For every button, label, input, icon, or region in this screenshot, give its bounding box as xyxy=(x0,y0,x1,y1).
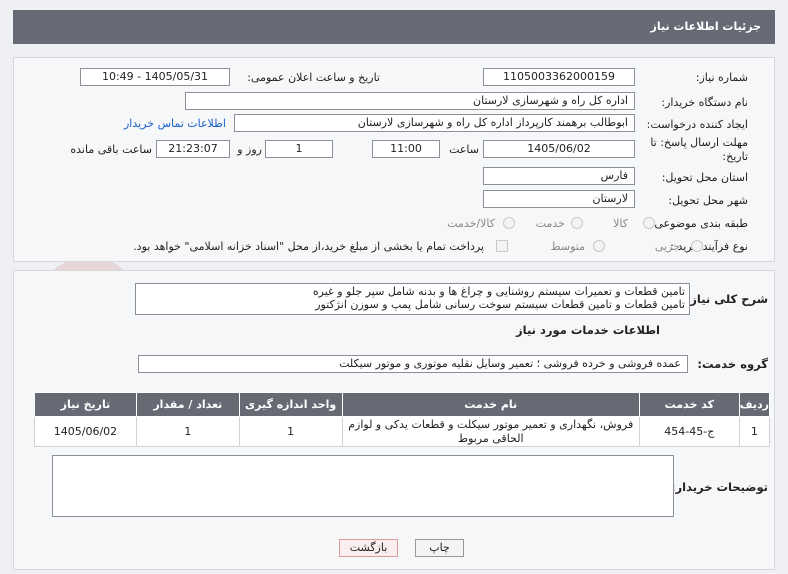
services-section-title: اطلاعات خدمات مورد نیاز xyxy=(516,323,660,337)
cell-code: ج-45-454 xyxy=(638,416,740,447)
creator-field: ابوطالب برهمند کارپرداز اداره کل راه و ش… xyxy=(234,114,635,132)
page-title: جزئیات اطلاعات نیاز xyxy=(650,20,762,33)
summary-line-1: تامین قطعات و تعمیرات سیستم روشنایی و چر… xyxy=(312,285,685,298)
services-table-header: ردیف کد خدمت نام خدمت واحد اندازه گیری ت… xyxy=(34,392,771,417)
page-header: جزئیات اطلاعات نیاز xyxy=(13,10,775,44)
purchase-radio-medium[interactable] xyxy=(593,240,605,252)
buyer-notes-textarea xyxy=(52,455,674,517)
table-row: 1 ج-45-454 فروش، نگهداری و تعمیر موتور س… xyxy=(34,416,771,447)
deadline-label: مهلت ارسال پاسخ: تا xyxy=(650,136,748,149)
service-group-label: گروه خدمت: xyxy=(697,357,768,371)
buyer-contact-link[interactable]: اطلاعات تماس خریدار xyxy=(124,117,226,130)
announce-date-label: تاریخ و ساعت اعلان عمومی: xyxy=(247,71,380,84)
treasury-checkbox[interactable] xyxy=(496,240,508,252)
need-number-field: 1105003362000159 xyxy=(483,68,635,86)
purchase-option-medium: متوسط xyxy=(550,240,585,253)
col-date: تاریخ نیاز xyxy=(34,392,137,417)
category-label: طبقه بندی موضوعی: xyxy=(650,217,748,230)
deadline-label-date: تاریخ: xyxy=(722,150,748,163)
remaining-time-field: 21:23:07 xyxy=(156,140,230,158)
deadline-date-field: 1405/06/02 xyxy=(483,140,635,158)
treasury-note: پرداخت تمام یا بخشی از مبلغ خرید،از محل … xyxy=(133,240,484,253)
cell-index: 1 xyxy=(738,416,771,447)
city-field: لارستان xyxy=(483,190,635,208)
need-number-label: شماره نیاز: xyxy=(695,71,748,84)
category-option-service: خدمت xyxy=(535,217,565,230)
cell-date: 1405/06/02 xyxy=(34,416,137,447)
summary-line-2: تامین قطعات و تامین قطعات سیستم سوخت رسا… xyxy=(315,298,685,311)
category-option-goods-service: کالا/خدمت xyxy=(447,217,495,230)
col-unit: واحد اندازه گیری xyxy=(238,392,343,417)
col-code: کد خدمت xyxy=(638,392,740,417)
announce-date-field: 1405/05/31 - 10:49 xyxy=(80,68,230,86)
purchase-option-minor: جزیی xyxy=(654,240,680,253)
col-index: ردیف xyxy=(738,392,771,417)
creator-label: ایجاد کننده درخواست: xyxy=(646,118,748,131)
cell-qty: 1 xyxy=(135,416,240,447)
category-option-goods: کالا xyxy=(613,217,628,230)
purchase-type-label: نوع فرآیند خرید : xyxy=(670,240,748,253)
buyer-org-field: اداره کل راه و شهرسازی لارستان xyxy=(185,92,635,110)
service-group-field: عمده فروشی و خرده فروشی ؛ تعمیر وسایل نق… xyxy=(138,355,688,373)
days-count-field: 1 xyxy=(265,140,333,158)
services-table: ردیف کد خدمت نام خدمت واحد اندازه گیری ت… xyxy=(34,392,771,447)
category-radio-service[interactable] xyxy=(571,217,583,229)
purchase-radio-minor[interactable] xyxy=(691,240,703,252)
buyer-notes-label: توضیحات خریدار: xyxy=(670,480,768,494)
back-button[interactable]: بازگشت xyxy=(339,539,398,557)
province-label: استان محل تحویل: xyxy=(661,171,748,184)
print-button[interactable]: چاپ xyxy=(415,539,464,557)
city-label: شهر محل تحویل: xyxy=(668,194,748,207)
category-radio-goods-service[interactable] xyxy=(503,217,515,229)
col-name: نام خدمت xyxy=(341,392,640,417)
buyer-org-label: نام دستگاه خریدار: xyxy=(661,96,748,109)
summary-textarea: تامین قطعات و تعمیرات سیستم روشنایی و چر… xyxy=(135,283,690,315)
col-qty: تعداد / مقدار xyxy=(135,392,240,417)
province-field: فارس xyxy=(483,167,635,185)
summary-label: شرح کلی نیاز: xyxy=(685,292,768,306)
need-info-panel xyxy=(13,57,775,262)
deadline-time-field: 11:00 xyxy=(372,140,440,158)
category-radio-goods[interactable] xyxy=(643,217,655,229)
remaining-label: ساعت باقی مانده xyxy=(70,143,152,156)
days-label: روز و xyxy=(237,143,262,156)
cell-name: فروش، نگهداری و تعمیر موتور سیکلت و قطعا… xyxy=(341,416,640,447)
cell-unit: 1 xyxy=(238,416,343,447)
deadline-time-label: ساعت xyxy=(449,143,479,156)
